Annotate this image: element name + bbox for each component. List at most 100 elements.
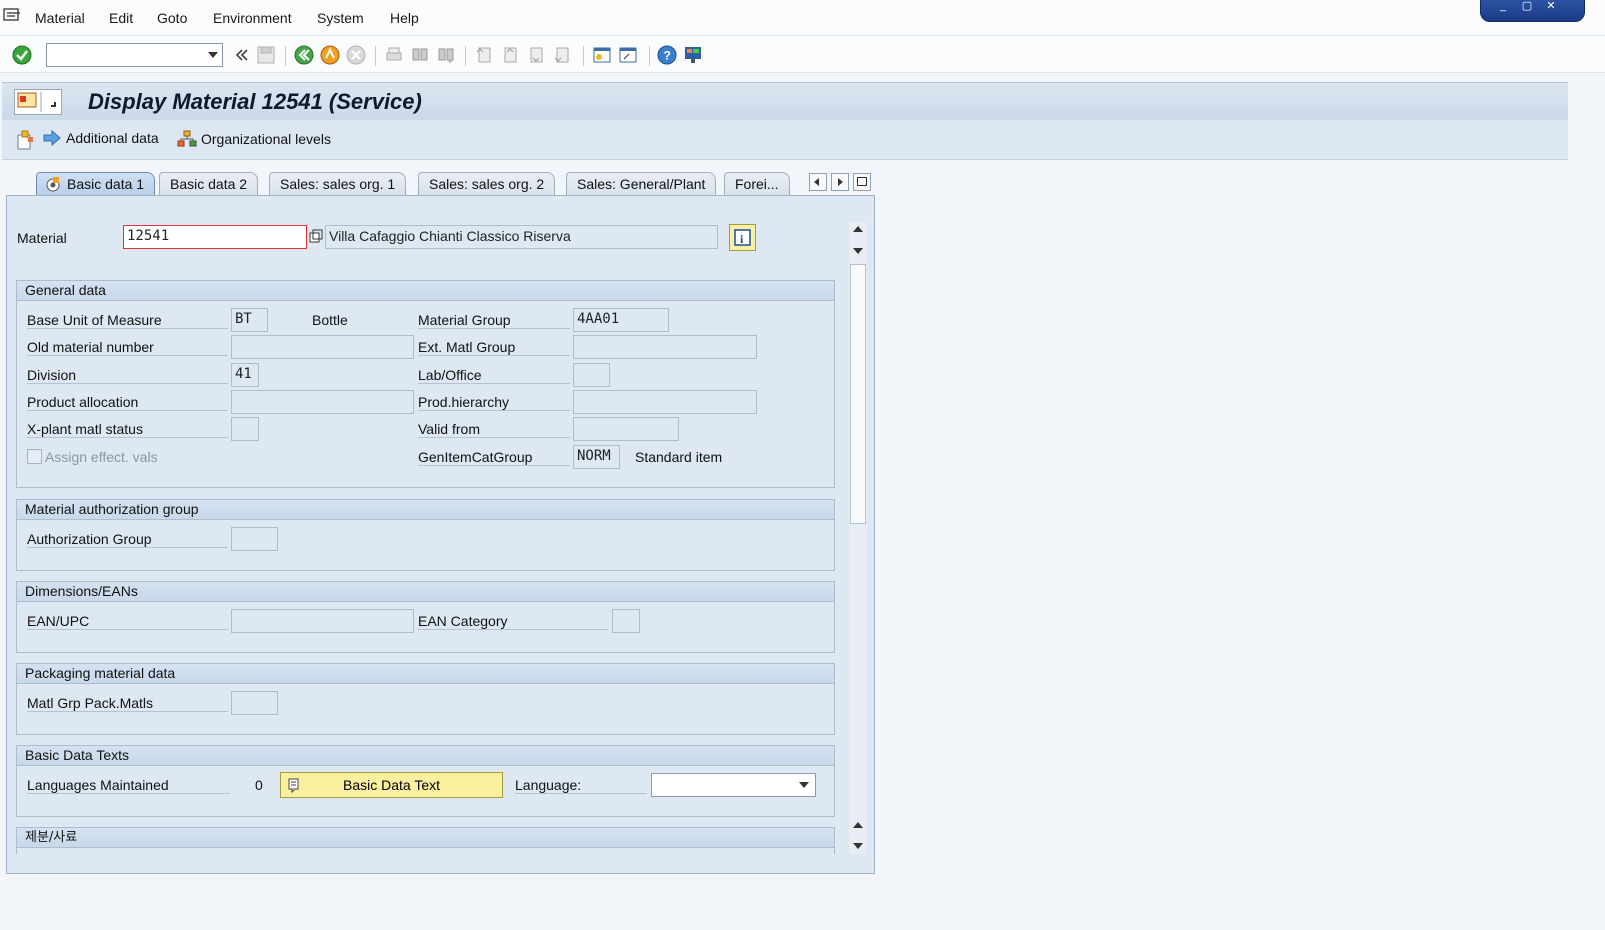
base-uom-value: BT	[235, 311, 252, 327]
collapse-double-chevron-icon[interactable]	[230, 44, 252, 66]
xplant-status-field[interactable]	[231, 417, 259, 441]
prod-hierarchy-label: Prod.hierarchy	[418, 394, 570, 411]
svg-text:?: ?	[664, 49, 671, 63]
views-selection-icon[interactable]	[14, 89, 62, 115]
find-icon	[412, 48, 428, 61]
scroll-down-icon[interactable]	[853, 248, 863, 254]
tab-scroll-left-icon[interactable]	[809, 173, 827, 191]
generate-shortcut-icon[interactable]	[617, 44, 639, 66]
ean-category-field[interactable]	[612, 609, 640, 633]
exit-icon[interactable]	[319, 44, 341, 66]
gen-item-cat-group-label: GenItemCatGroup	[418, 449, 570, 466]
ean-category-label: EAN Category	[418, 613, 608, 630]
xplant-status-label: X-plant matl status	[27, 421, 228, 438]
prod-hierarchy-field[interactable]	[573, 390, 757, 414]
last-page-icon	[554, 47, 569, 63]
valid-from-field[interactable]	[573, 417, 679, 441]
chevron-down-icon[interactable]	[799, 782, 809, 788]
gen-item-cat-group-text: Standard item	[635, 449, 723, 465]
ext-matl-group-field[interactable]	[573, 335, 757, 359]
material-description-field[interactable]: Villa Cafaggio Chianti Classico Riserva	[325, 225, 718, 249]
division-value: 41	[235, 366, 252, 382]
material-number-field[interactable]: 12541	[123, 225, 307, 249]
find-next-icon: +	[438, 48, 454, 66]
tab-status-icon	[46, 177, 60, 192]
menu-goto[interactable]: Goto	[157, 10, 187, 26]
organizational-levels-button[interactable]: Organizational levels	[177, 130, 331, 148]
minimize-icon[interactable]: _	[1495, 0, 1511, 13]
info-button[interactable]: i	[729, 224, 756, 251]
enter-check-icon[interactable]	[11, 44, 33, 66]
tab-sales-org-1[interactable]: Sales: sales org. 1	[269, 172, 407, 196]
tab-label: Sales: sales org. 2	[429, 176, 545, 192]
menu-help[interactable]: Help	[390, 10, 419, 26]
tab-label: Forei...	[735, 176, 779, 192]
matl-grp-pack-field[interactable]	[231, 691, 278, 715]
basic-data-text-button[interactable]: Basic Data Text	[280, 772, 503, 798]
division-field[interactable]: 41	[231, 363, 259, 387]
tab-label: Basic data 1	[67, 176, 145, 192]
material-label: Material	[17, 230, 67, 246]
close-icon[interactable]: ✕	[1543, 0, 1559, 13]
scroll-up-icon[interactable]	[853, 226, 863, 232]
scroll-up-icon[interactable]	[853, 822, 863, 828]
organizational-levels-label: Organizational levels	[201, 131, 331, 147]
menu-environment[interactable]: Environment	[213, 10, 292, 26]
languages-maintained-label: Languages Maintained	[27, 777, 230, 794]
create-session-icon[interactable]	[591, 44, 613, 66]
authorization-group-field[interactable]	[231, 527, 278, 551]
tab-sales-org-2[interactable]: Sales: sales org. 2	[418, 172, 556, 196]
menu-system[interactable]: System	[317, 10, 364, 26]
product-allocation-field[interactable]	[231, 390, 414, 414]
info-icon: i	[734, 229, 751, 246]
menu-material[interactable]: Material	[35, 10, 85, 26]
page-title: Display Material 12541 (Service)	[88, 89, 422, 114]
ean-upc-label: EAN/UPC	[27, 613, 228, 630]
general-data-title: General data	[17, 281, 834, 301]
tab-list-icon[interactable]	[853, 173, 871, 191]
product-allocation-label: Product allocation	[27, 394, 228, 411]
material-group-field[interactable]: 4AA01	[573, 308, 669, 332]
tab-basic-data-1[interactable]: Basic data 1	[36, 172, 156, 196]
lab-office-field[interactable]	[573, 363, 610, 387]
tab-label: Sales: sales org. 1	[280, 176, 396, 192]
vertical-scrollbar[interactable]	[849, 222, 867, 854]
packaging-material-title: Packaging material data	[17, 664, 834, 684]
command-field[interactable]	[46, 43, 223, 67]
next-page-icon	[530, 47, 543, 63]
tab-scroll-right-icon[interactable]	[831, 173, 849, 191]
text-edit-icon	[288, 778, 299, 793]
customize-layout-icon[interactable]	[682, 44, 704, 66]
print-icon	[386, 47, 402, 61]
gen-item-cat-group-field[interactable]: NORM	[573, 445, 620, 469]
previous-page-icon	[504, 47, 517, 63]
additional-data-button[interactable]: Additional data	[42, 130, 159, 146]
toolbar-separator	[465, 46, 466, 66]
scrollbar-thumb[interactable]	[850, 264, 866, 524]
old-material-number-field[interactable]	[231, 335, 414, 359]
tab-foreign-trade[interactable]: Forei...	[724, 172, 790, 196]
system-menu-icon[interactable]	[3, 7, 21, 23]
other-material-icon[interactable]	[14, 129, 36, 151]
tab-basic-data-2[interactable]: Basic data 2	[159, 172, 259, 196]
material-number-value: 12541	[127, 228, 170, 244]
material-group-value: 4AA01	[577, 311, 620, 327]
scroll-down-icon[interactable]	[853, 843, 863, 849]
back-icon[interactable]	[293, 44, 315, 66]
tab-sales-general-plant[interactable]: Sales: General/Plant	[566, 172, 717, 196]
dimensions-eans-title: Dimensions/EANs	[17, 582, 834, 602]
material-authorization-title: Material authorization group	[17, 500, 834, 520]
copy-icon[interactable]	[308, 229, 324, 245]
gen-item-cat-group-value: NORM	[577, 448, 611, 464]
authorization-group-label: Authorization Group	[27, 531, 228, 548]
ean-upc-field[interactable]	[231, 609, 414, 633]
chevron-down-icon[interactable]	[208, 52, 218, 58]
menu-edit[interactable]: Edit	[109, 10, 133, 26]
language-dropdown[interactable]	[651, 773, 816, 797]
help-icon[interactable]: ?	[656, 44, 678, 66]
toolbar-separator	[375, 46, 376, 66]
old-material-number-label: Old material number	[27, 339, 228, 356]
basic-data-texts-title: Basic Data Texts	[17, 746, 834, 766]
maximize-icon[interactable]: ▢	[1519, 0, 1535, 13]
base-uom-field[interactable]: BT	[231, 308, 268, 332]
